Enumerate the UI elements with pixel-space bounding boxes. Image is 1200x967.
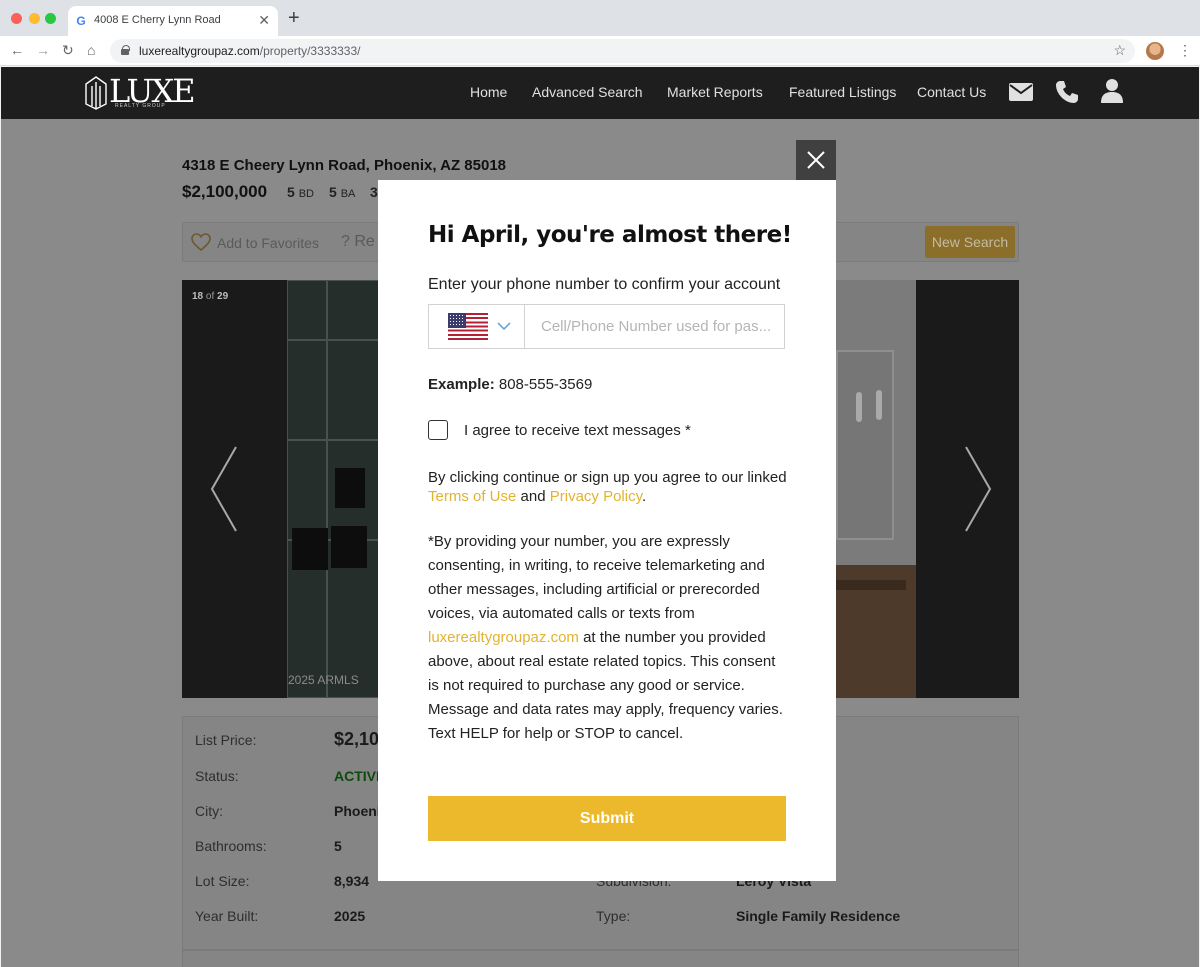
browser-tab-strip: G 4008 E Cherry Lynn Road ✕ + (0, 0, 1200, 36)
agree-text-messages-label[interactable]: I agree to receive text messages * (464, 422, 691, 439)
close-icon (807, 151, 825, 169)
terms-statement: By clicking continue or sign up you agre… (428, 469, 787, 505)
listing-address: 4318 E Cheery Lynn Road, Phoenix, AZ 850… (182, 157, 507, 174)
gallery-next-icon[interactable] (962, 445, 994, 533)
listing-partial-stat: 3 (370, 184, 378, 200)
home-icon[interactable]: ⌂ (87, 42, 95, 58)
modal-title: Hi April, you're almost there! (428, 222, 792, 248)
tab-title: 4008 E Cherry Lynn Road (94, 14, 221, 26)
logo-subtext: REALTY GROUP (115, 103, 166, 109)
phone-example: Example: 808-555-3569 (428, 376, 593, 393)
gallery-photo-tiles (287, 280, 380, 698)
window-maximize-button[interactable] (45, 13, 56, 24)
country-code-select[interactable] (429, 305, 525, 348)
new-search-button[interactable]: New Search (925, 226, 1015, 258)
luxe-logo[interactable]: LUXE REALTY GROUP (85, 74, 196, 112)
profile-avatar[interactable] (1146, 42, 1164, 60)
nav-home[interactable]: Home (470, 84, 507, 100)
nav-contact-us[interactable]: Contact Us (917, 84, 986, 100)
phone-number-input[interactable] (527, 305, 784, 348)
consent-site-link[interactable]: luxerealtygroupaz.com (428, 629, 579, 646)
logo-building-icon (85, 76, 107, 110)
detail-label-bathrooms: Bathrooms: (195, 838, 267, 854)
detail-label-year-built: Year Built: (195, 908, 259, 924)
forward-icon[interactable]: → (36, 42, 50, 58)
phone-confirm-modal: Hi April, you're almost there! Enter you… (378, 180, 836, 881)
gallery-photo-vanity (836, 280, 916, 698)
chevron-down-icon (497, 322, 511, 331)
submit-button[interactable]: Submit (428, 796, 786, 841)
consent-disclaimer: *By providing your number, you are expre… (428, 533, 783, 742)
agree-text-messages-checkbox[interactable] (428, 420, 448, 440)
browser-tab[interactable]: G 4008 E Cherry Lynn Road ✕ (68, 6, 278, 36)
lock-icon (121, 45, 130, 55)
detail-value-year-built: 2025 (334, 908, 366, 924)
user-icon[interactable] (1101, 79, 1123, 103)
modal-close-button[interactable] (796, 140, 836, 180)
detail-value-type: Single Family Residence (736, 908, 901, 924)
privacy-policy-link[interactable]: Privacy Policy (550, 488, 642, 505)
detail-label-lot-size: Lot Size: (195, 873, 250, 889)
gallery-prev-icon[interactable] (208, 445, 240, 533)
detail-value-list-price: $2,10 (334, 729, 380, 749)
browser-toolbar: ← → ↻ ⌂ luxerealtygroupaz.com/property/3… (0, 36, 1200, 66)
listing-baths: 5 BA (329, 184, 356, 200)
detail-value-lot-size: 8,934 (334, 873, 370, 889)
address-bar[interactable]: luxerealtygroupaz.com/property/3333333/ … (110, 39, 1135, 63)
detail-value-city: Phoeni (334, 803, 381, 819)
google-favicon-icon: G (76, 14, 86, 28)
detail-label-type: Type: (596, 908, 631, 924)
browser-menu-icon[interactable]: ⋮ (1178, 42, 1192, 58)
nav-advanced-search[interactable]: Advanced Search (532, 84, 643, 100)
back-icon[interactable]: ← (10, 42, 24, 58)
add-to-favorites-link[interactable]: Add to Favorites (217, 235, 319, 251)
photo-copyright: 2025 ARMLS (288, 673, 359, 687)
us-flag-icon (448, 313, 488, 340)
heart-icon[interactable] (191, 233, 211, 251)
detail-value-bathrooms: 5 (334, 838, 342, 854)
next-section-card (182, 950, 1019, 967)
bookmark-star-icon[interactable]: ☆ (1113, 42, 1126, 59)
reload-icon[interactable]: ↻ (62, 42, 74, 58)
nav-featured-listings[interactable]: Featured Listings (789, 84, 896, 100)
phone-icon[interactable] (1055, 80, 1079, 104)
detail-label-list-price: List Price: (195, 732, 257, 748)
phone-input-group (428, 304, 785, 349)
detail-label-status: Status: (195, 768, 239, 784)
mail-icon[interactable] (1009, 83, 1033, 101)
listing-price: $2,100,000 (182, 182, 268, 201)
detail-label-city: City: (195, 803, 223, 819)
listing-beds: 5 BD (287, 184, 314, 200)
request-info-link[interactable]: ? Re (341, 233, 375, 251)
window-minimize-button[interactable] (29, 13, 40, 24)
terms-of-use-link[interactable]: Terms of Use (428, 488, 516, 505)
site-header: LUXE REALTY GROUP Home Advanced Search M… (1, 67, 1199, 119)
logo-text: LUXE (109, 72, 196, 110)
nav-market-reports[interactable]: Market Reports (667, 84, 763, 100)
photo-counter: 18 of 29 (192, 291, 229, 302)
tab-close-icon[interactable]: ✕ (258, 12, 270, 29)
new-tab-button[interactable]: + (288, 8, 300, 28)
modal-subtitle: Enter your phone number to confirm your … (428, 276, 781, 293)
url-text: luxerealtygroupaz.com/property/3333333/ (139, 44, 361, 58)
window-close-button[interactable] (11, 13, 22, 24)
